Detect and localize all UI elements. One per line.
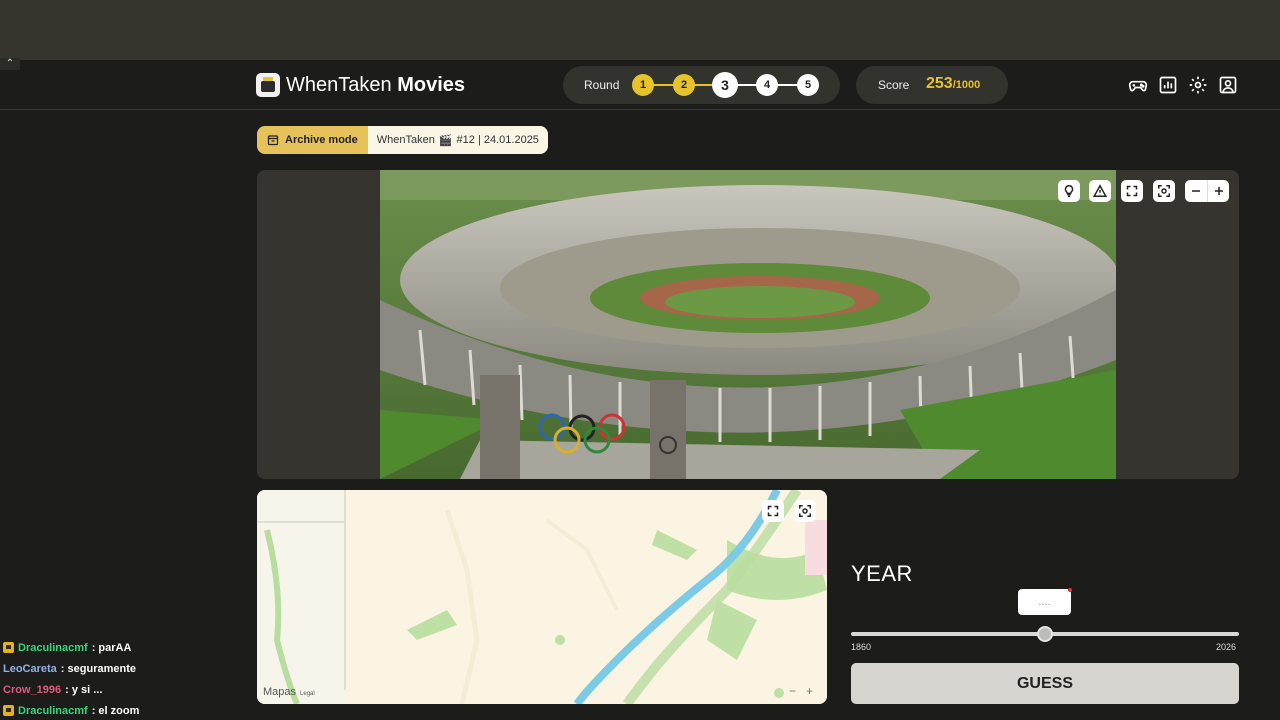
map-fullscreen-icon[interactable] [762,500,784,522]
map-zoom-in-button[interactable]: + [806,684,813,698]
guess-button[interactable]: GUESS [851,663,1239,704]
chat-username[interactable]: Crow_1996 [3,684,61,696]
zoom-out-icon[interactable] [1185,180,1207,202]
year-slider-min: 1860 [851,642,872,652]
fullscreen-icon[interactable] [1121,180,1143,202]
year-label: YEAR [851,561,913,586]
archive-badge[interactable]: Archive mode WhenTaken 🎬 #12 | 24.01.202… [257,126,548,154]
gamepad-icon[interactable] [1128,75,1148,95]
score-label: Score [878,78,910,92]
chat-overlay: Draculinacmf: parAA LeoCareta: segurament… [3,637,243,720]
round-connector [777,84,799,86]
archive-info: WhenTaken 🎬 #12 | 24.01.2025 [367,126,548,154]
map-attribution[interactable]: Mapas Legal [263,686,315,698]
app-title: WhenTaken Movies [286,73,465,96]
map-zoom-controls: − + [789,684,813,698]
year-input[interactable]: .... [1018,589,1071,615]
round-step-2: 2 [673,74,695,96]
chat-message: : el zoom [91,704,140,717]
chat-line: Crow_1996 : y si ... [3,679,243,700]
chat-message: : seguramente [60,662,136,675]
warning-icon[interactable] [1089,180,1111,202]
settings-icon[interactable] [1188,75,1208,95]
round-step-5: 5 [797,74,819,96]
map-focus-icon[interactable] [794,500,816,522]
clapperboard-icon [256,73,280,97]
score-max: /1000 [952,79,981,91]
round-step-4: 4 [756,74,778,96]
round-connector [652,84,674,86]
archive-icon [267,135,279,146]
chat-line: LeoCareta: seguramente [3,658,243,679]
chat-line: Draculinacmf: parAA [3,637,243,658]
chat-line: Draculinacmf: el zoom [3,700,243,720]
app-logo[interactable]: WhenTaken Movies [256,73,465,97]
score-indicator: Score 253/1000 [856,66,1008,104]
chat-message: : y si ... [65,683,103,696]
zoom-in-icon[interactable] [1207,180,1229,202]
browser-top-area [0,0,1280,60]
year-slider-max: 2026 [1216,642,1237,652]
hint-icon[interactable] [1058,180,1080,202]
movie-still-image[interactable] [380,170,1116,479]
profile-icon[interactable] [1218,75,1238,95]
year-input-indicator [1068,588,1072,592]
round-connector [736,84,758,86]
map-zoom-out-button[interactable]: − [789,684,796,698]
nav-icons [1128,75,1238,95]
focus-icon[interactable] [1153,180,1175,202]
chat-message: : parAA [91,641,132,654]
photo-panel [257,170,1239,479]
chat-username[interactable]: Draculinacmf [18,705,88,717]
year-slider-thumb[interactable] [1037,626,1053,642]
chat-username[interactable]: Draculinacmf [18,642,88,654]
subscriber-badge-icon [3,642,14,653]
map-panel[interactable]: Mapas Legal − + [257,490,827,704]
score-value: 253/1000 [926,75,981,92]
round-label: Round [584,78,620,92]
archive-mode-label: Archive mode [257,126,368,154]
map-canvas[interactable] [257,490,827,704]
stats-icon[interactable] [1158,75,1178,95]
clapper-emoji: 🎬 [438,134,453,147]
round-step-3: 3 [712,72,738,98]
subscriber-badge-icon [3,705,14,716]
round-step-1: 1 [632,74,654,96]
chat-username[interactable]: LeoCareta [3,663,57,675]
